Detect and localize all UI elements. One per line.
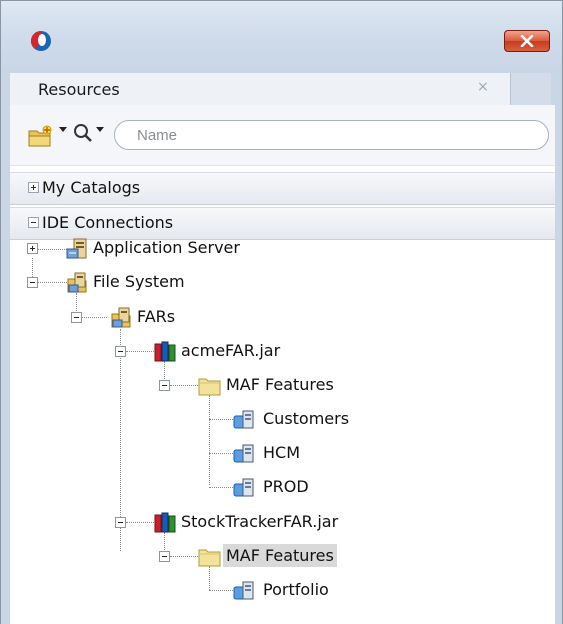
collapse-icon[interactable] <box>27 277 38 288</box>
tab-close-icon[interactable]: × <box>477 79 489 95</box>
jar-library-icon <box>154 341 176 362</box>
app-window: Resources × My Catalogs <box>0 0 563 624</box>
oracle-app-logo <box>31 31 51 51</box>
folder-icon <box>198 549 221 567</box>
feature-icon <box>233 581 254 600</box>
collapse-icon[interactable] <box>115 346 126 357</box>
feature-icon <box>233 444 254 463</box>
node-label: Customers <box>263 409 350 428</box>
node-label: acmeFAR.jar <box>181 341 281 360</box>
tree-node-portfolio[interactable]: Portfolio <box>10 577 555 605</box>
tree-node-prod[interactable]: PROD <box>10 474 555 502</box>
collapse-icon[interactable] <box>159 380 170 391</box>
node-label: HCM <box>263 443 301 462</box>
expand-icon[interactable] <box>27 243 38 254</box>
tab-resources[interactable]: Resources × <box>10 73 511 105</box>
tree-node-stocktrackerfar-jar[interactable]: StockTrackerFAR.jar <box>10 509 555 537</box>
connections-tree: Application Server File System FARs acme… <box>10 235 555 624</box>
window-close-button[interactable] <box>504 30 550 52</box>
tree-node-customers[interactable]: Customers <box>10 406 555 434</box>
node-label: Application Server <box>93 238 240 257</box>
search-icon[interactable] <box>72 122 94 144</box>
search-input[interactable] <box>137 126 537 144</box>
tree-node-application-server[interactable]: Application Server <box>10 235 555 263</box>
resources-panel: My Catalogs IDE Connections <box>10 105 555 624</box>
feature-icon <box>233 478 254 497</box>
collapse-icon[interactable] <box>159 551 170 562</box>
node-label: PROD <box>263 477 309 496</box>
folder-icon <box>198 378 221 396</box>
section-label: My Catalogs <box>42 178 141 197</box>
jar-library-icon <box>154 512 176 533</box>
tree-node-maf-features-selected[interactable]: MAF Features <box>10 543 555 571</box>
collapse-icon[interactable] <box>115 517 126 528</box>
tab-label: Resources <box>38 80 120 99</box>
file-system-connection-icon <box>67 272 87 293</box>
node-label: MAF Features <box>223 544 337 567</box>
tree-node-maf-features[interactable]: MAF Features <box>10 372 555 400</box>
server-connection-icon <box>66 238 87 259</box>
chevron-down-icon[interactable] <box>59 127 67 132</box>
node-label: File System <box>93 272 185 291</box>
close-icon <box>520 35 534 47</box>
section-label: IDE Connections <box>42 213 174 232</box>
toolbar <box>10 105 555 166</box>
tab-bar: Resources × <box>10 73 551 106</box>
section-my-catalogs[interactable]: My Catalogs <box>10 172 555 205</box>
search-field[interactable] <box>114 120 549 150</box>
node-label: MAF Features <box>226 375 334 394</box>
tree-node-hcm[interactable]: HCM <box>10 440 555 468</box>
chevron-down-icon[interactable] <box>96 127 104 132</box>
expand-icon[interactable] <box>28 182 39 193</box>
node-label: FARs <box>137 307 176 326</box>
node-label: Portfolio <box>263 580 329 599</box>
tree-node-acmefar-jar[interactable]: acmeFAR.jar <box>10 338 555 366</box>
file-system-connection-icon <box>111 307 131 328</box>
collapse-icon[interactable] <box>28 217 39 228</box>
feature-icon <box>233 410 254 429</box>
node-label: StockTrackerFAR.jar <box>181 512 339 531</box>
tree-node-fars[interactable]: FARs <box>10 304 555 332</box>
new-connection-icon[interactable] <box>28 125 54 147</box>
tree-node-file-system[interactable]: File System <box>10 269 555 297</box>
collapse-icon[interactable] <box>71 312 82 323</box>
